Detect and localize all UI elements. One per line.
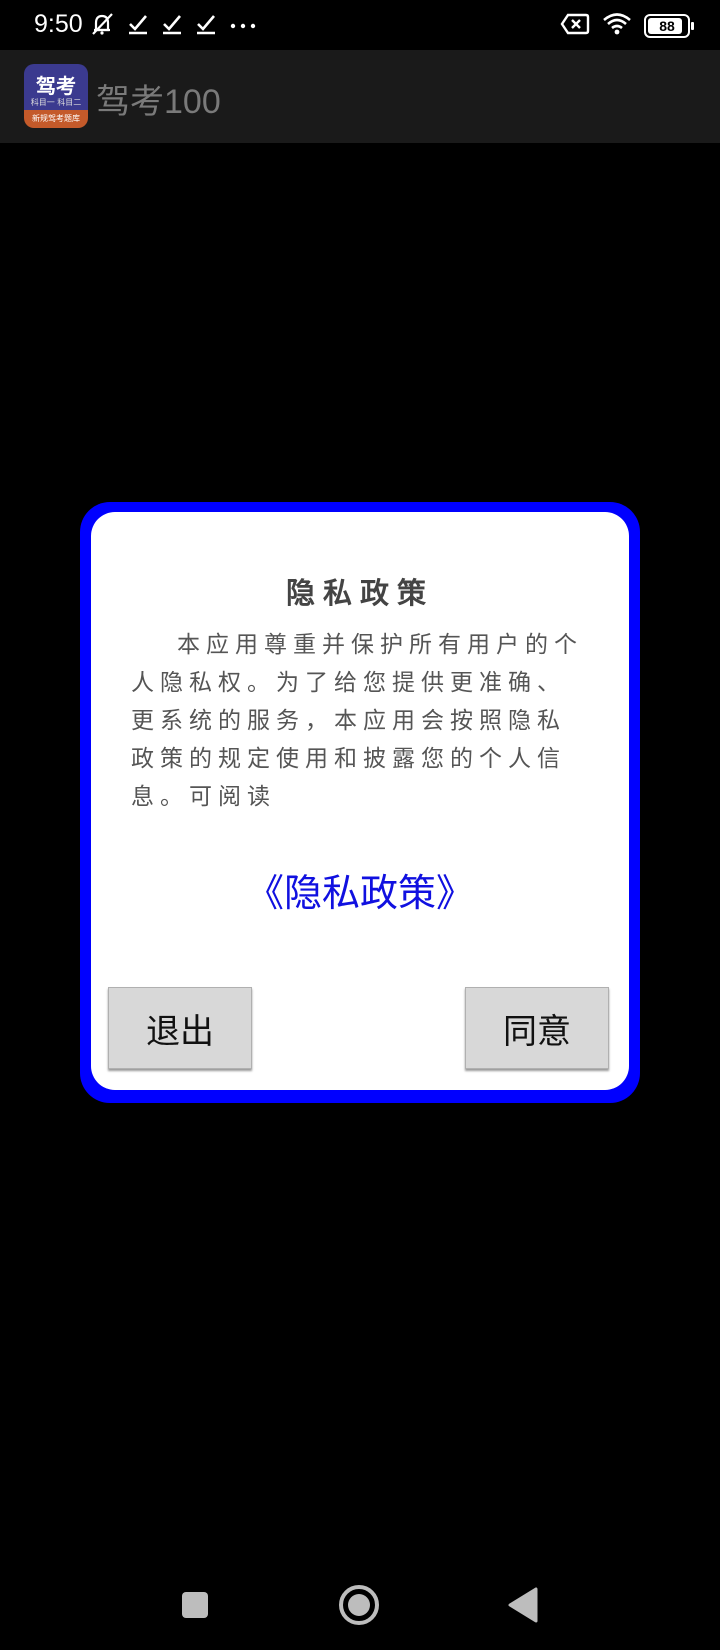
check-icon — [160, 12, 184, 40]
app-logo-text: 驾考 — [36, 74, 76, 98]
app-title: 驾考100 — [96, 83, 221, 121]
status-time: 9:50 — [34, 10, 83, 38]
dialog-title: 隐私政策 — [285, 576, 434, 610]
back-triangle-icon[interactable] — [498, 1580, 548, 1630]
battery-level: 88 — [659, 18, 675, 34]
app-logo-subtext: 科目一 科目二 — [30, 98, 82, 107]
status-bar: 9:50 88 — [0, 0, 720, 50]
app-bar: 驾考 科目一 科目二 新规驾考题库 驾考100 — [0, 50, 720, 143]
system-icons: 88 — [560, 12, 694, 40]
no-sim-icon — [560, 12, 590, 40]
privacy-policy-link[interactable]: 《隐私政策》 — [91, 862, 629, 917]
recents-square-icon[interactable] — [170, 1580, 220, 1630]
more-dots-icon — [228, 12, 258, 40]
privacy-dialog: 隐私政策 本应用尊重并保护所有用户的个人隐私权。为了给您提供更准确、更系统的服务… — [91, 512, 629, 1090]
home-circle-icon[interactable] — [334, 1580, 384, 1630]
app-logo-icon: 驾考 科目一 科目二 新规驾考题库 — [24, 64, 88, 128]
check-icon — [194, 12, 218, 40]
exit-button[interactable]: 退出 — [108, 987, 252, 1069]
check-icon — [126, 12, 150, 40]
navigation-bar — [0, 1560, 720, 1650]
agree-button[interactable]: 同意 — [465, 987, 609, 1069]
battery-icon: 88 — [644, 14, 694, 38]
mute-bell-icon — [88, 10, 116, 42]
notification-icons — [88, 12, 258, 40]
app-logo-bottom-text: 新规驾考题库 — [32, 114, 80, 123]
dialog-body: 本应用尊重并保护所有用户的个人隐私权。为了给您提供更准确、更系统的服务，本应用会… — [131, 632, 583, 810]
wifi-icon — [602, 12, 632, 40]
